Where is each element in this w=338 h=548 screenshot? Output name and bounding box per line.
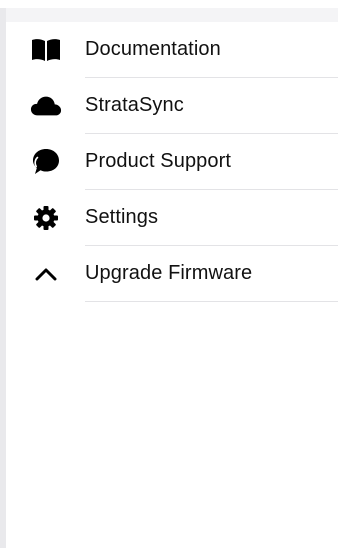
divider [85,301,338,302]
menu-item-label: Settings [85,206,159,229]
side-menu-screen: Documentation StrataSync Product Support [0,0,338,548]
menu-header-band [6,8,338,22]
book-icon [30,34,62,66]
menu-item-settings[interactable]: Settings [6,190,338,246]
menu-item-label: Documentation [85,38,221,61]
menu-item-label: Product Support [85,150,232,173]
cloud-icon [30,90,62,122]
top-edge [0,0,338,8]
side-menu: Documentation StrataSync Product Support [6,22,338,302]
menu-item-product-support[interactable]: Product Support [6,134,338,190]
chat-bubble-icon [30,146,62,178]
menu-item-stratasync[interactable]: StrataSync [6,78,338,134]
gear-icon [30,202,62,234]
menu-item-label: StrataSync [85,94,184,117]
menu-item-documentation[interactable]: Documentation [6,22,338,78]
menu-item-label: Upgrade Firmware [85,262,253,285]
menu-item-upgrade-firmware[interactable]: Upgrade Firmware [6,246,338,302]
chevron-up-icon [30,258,62,290]
